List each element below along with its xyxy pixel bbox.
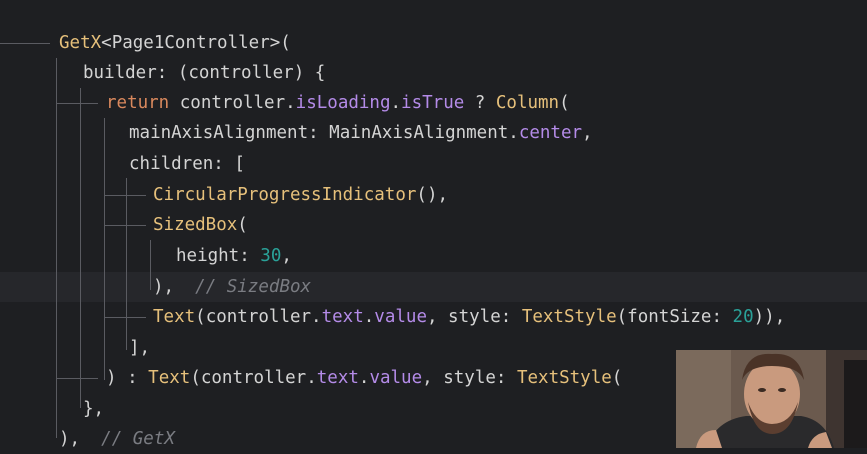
code-line: }, — [83, 394, 104, 424]
code-token: , — [281, 246, 292, 266]
code-token: // GetX — [101, 429, 175, 449]
code-token: Text — [148, 368, 191, 388]
code-token: ( — [237, 215, 248, 235]
code-token: GetX — [59, 33, 102, 53]
indent-guide — [150, 240, 151, 290]
code-token: return — [106, 93, 180, 113]
code-token: // SizedBox — [195, 277, 312, 297]
code-line: ), // GetX — [59, 424, 175, 454]
code-line: return controller.isLoading.isTrue ? Col… — [106, 88, 570, 118]
code-token: < — [101, 33, 112, 53]
indent-connector — [0, 43, 50, 44]
code-token: isLoading — [295, 93, 391, 113]
indent-connector — [56, 103, 98, 104]
indent-connector — [56, 378, 98, 379]
code-line: mainAxisAlignment: MainAxisAlignment.cen… — [129, 118, 593, 148]
code-token: ( — [559, 93, 570, 113]
code-token: ), — [59, 429, 102, 449]
indent-guide — [104, 118, 105, 380]
presenter-webcam — [676, 350, 867, 448]
code-token: text — [316, 368, 359, 388]
code-token: (controller. — [190, 368, 317, 388]
code-line: builder: (controller) { — [83, 58, 325, 88]
code-token: SizedBox — [153, 215, 238, 235]
code-token: CircularProgressIndicator — [153, 185, 417, 205]
code-token: 20 — [732, 307, 754, 327]
code-token: ], — [129, 338, 151, 358]
indent-guide — [126, 178, 127, 350]
code-token: ) : — [106, 368, 149, 388]
code-token: TextStyle — [521, 307, 617, 327]
code-token: mainAxisAlignment: MainAxisAlignment. — [129, 123, 519, 143]
indent-connector — [104, 317, 146, 318]
code-token: isTrue — [401, 93, 465, 113]
code-line: ], — [129, 333, 150, 363]
code-token: (fontSize: — [616, 307, 733, 327]
code-token: Page1Controller — [111, 33, 270, 53]
indent-guide — [56, 58, 57, 438]
code-token: >( — [269, 33, 291, 53]
code-line: CircularProgressIndicator(), — [153, 180, 448, 210]
code-token: ( — [611, 368, 623, 388]
code-token: (controller. — [195, 307, 322, 327]
code-line: SizedBox( — [153, 210, 248, 240]
code-token: builder: (controller) { — [83, 63, 326, 83]
code-token: text — [321, 307, 364, 327]
code-token: (), — [416, 185, 449, 205]
code-line: GetX<Page1Controller>( — [59, 28, 291, 58]
code-token: 30 — [260, 246, 282, 266]
code-token: height: — [176, 246, 261, 266]
code-token: ), — [153, 277, 196, 297]
code-token: }, — [83, 399, 105, 419]
code-token: , — [582, 123, 593, 143]
indent-guide — [80, 88, 81, 408]
code-token: Column — [495, 93, 560, 113]
code-token: , style: — [426, 307, 522, 327]
code-token: children: [ — [129, 154, 245, 174]
code-token: value — [374, 307, 427, 327]
indent-connector — [104, 195, 146, 196]
code-token: . — [390, 93, 402, 113]
code-line: ) : Text(controller.text.value, style: T… — [106, 363, 622, 393]
code-token: Text — [153, 307, 196, 327]
code-token: center — [518, 123, 583, 143]
code-line: ), // SizedBox — [153, 272, 311, 302]
code-token: value — [369, 368, 423, 388]
code-token: controller. — [179, 93, 296, 113]
current-line-highlight — [0, 272, 867, 302]
indent-connector — [104, 225, 146, 226]
code-line: Text(controller.text.value, style: TextS… — [153, 302, 785, 332]
code-token: TextStyle — [516, 368, 612, 388]
code-line: height: 30, — [176, 241, 292, 271]
code-token: ? — [464, 93, 496, 113]
webcam-image — [676, 350, 867, 448]
code-token: , style: — [422, 368, 517, 388]
code-token: )), — [753, 307, 786, 327]
code-token: . — [363, 307, 375, 327]
code-token: . — [358, 368, 370, 388]
code-line: children: [ — [129, 149, 245, 179]
